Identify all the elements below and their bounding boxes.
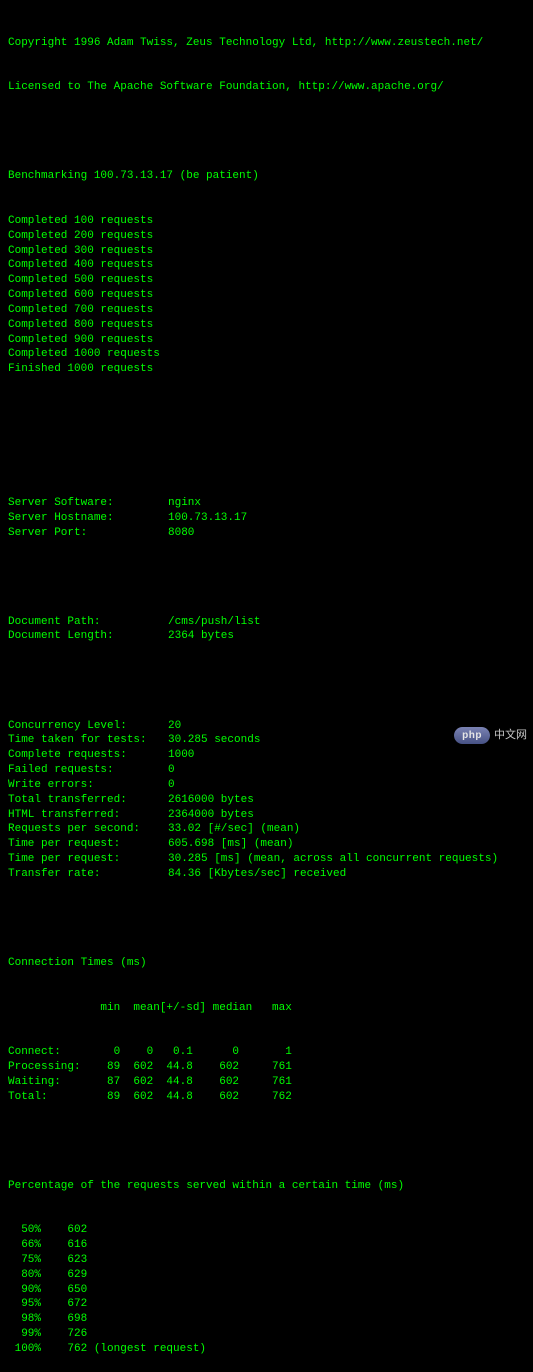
progress-line: Completed 800 requests (8, 318, 525, 333)
progress-line: Completed 300 requests (8, 244, 525, 259)
kv-value: 2364 bytes (168, 629, 234, 644)
progress-line: Completed 100 requests (8, 214, 525, 229)
results-block: Concurrency Level: 20Time taken for test… (8, 719, 525, 882)
kv-value: /cms/push/list (168, 615, 260, 630)
kv-value: 0 (168, 778, 175, 793)
kv-value: 30.285 [ms] (mean, across all concurrent… (168, 852, 498, 867)
kv-row: Server Hostname: 100.73.13.17 (8, 511, 525, 526)
kv-row: Time per request: 605.698 [ms] (mean) (8, 837, 525, 852)
kv-row: Time taken for tests: 30.285 seconds (8, 733, 525, 748)
blank-line (8, 911, 525, 926)
kv-label: Total transferred: (8, 793, 168, 808)
blank-line (8, 674, 525, 689)
kv-value: 8080 (168, 526, 194, 541)
terminal-output: Copyright 1996 Adam Twiss, Zeus Technolo… (8, 6, 525, 1372)
kv-row: Document Path: /cms/push/list (8, 615, 525, 630)
percentile-rows: 50% 602 66% 616 75% 623 80% 629 90% 650 … (8, 1223, 525, 1357)
kv-label: Requests per second: (8, 822, 168, 837)
percentiles-title: Percentage of the requests served within… (8, 1179, 525, 1194)
server-block: Server Software: nginxServer Hostname: 1… (8, 496, 525, 541)
blank-line (8, 125, 525, 140)
percentile-row: 66% 616 (8, 1238, 525, 1253)
kv-value: 605.698 [ms] (mean) (168, 837, 293, 852)
percentile-row: 75% 623 (8, 1253, 525, 1268)
copyright-line: Copyright 1996 Adam Twiss, Zeus Technolo… (8, 36, 525, 51)
kv-value: 33.02 [#/sec] (mean) (168, 822, 300, 837)
kv-row: Requests per second: 33.02 [#/sec] (mean… (8, 822, 525, 837)
license-line: Licensed to The Apache Software Foundati… (8, 80, 525, 95)
kv-label: Document Path: (8, 615, 168, 630)
progress-block: Completed 100 requestsCompleted 200 requ… (8, 214, 525, 377)
percentile-row: 98% 698 (8, 1312, 525, 1327)
percentile-row: 80% 629 (8, 1268, 525, 1283)
kv-label: Document Length: (8, 629, 168, 644)
document-block: Document Path: /cms/push/listDocument Le… (8, 615, 525, 645)
kv-value: 0 (168, 763, 175, 778)
progress-line: Completed 500 requests (8, 273, 525, 288)
kv-row: Write errors: 0 (8, 778, 525, 793)
kv-value: 30.285 seconds (168, 733, 260, 748)
progress-line: Completed 600 requests (8, 288, 525, 303)
percentile-row: 99% 726 (8, 1327, 525, 1342)
percentile-row: 90% 650 (8, 1283, 525, 1298)
progress-line: Completed 400 requests (8, 258, 525, 273)
kv-value: 2364000 bytes (168, 808, 254, 823)
conn-times-header: min mean[+/-sd] median max (8, 1001, 525, 1016)
kv-label: Transfer rate: (8, 867, 168, 882)
kv-label: Server Port: (8, 526, 168, 541)
kv-row: Total transferred: 2616000 bytes (8, 793, 525, 808)
kv-row: Server Software: nginx (8, 496, 525, 511)
kv-row: HTML transferred: 2364000 bytes (8, 808, 525, 823)
kv-value: 2616000 bytes (168, 793, 254, 808)
conn-time-row: Total: 89 602 44.8 602 762 (8, 1090, 525, 1105)
kv-row: Concurrency Level: 20 (8, 719, 525, 734)
conn-times-rows: Connect: 0 0 0.1 0 1Processing: 89 602 4… (8, 1045, 525, 1104)
percentile-row: 50% 602 (8, 1223, 525, 1238)
kv-value: nginx (168, 496, 201, 511)
kv-label: Complete requests: (8, 748, 168, 763)
kv-label: HTML transferred: (8, 808, 168, 823)
kv-label: Time per request: (8, 837, 168, 852)
kv-label: Failed requests: (8, 763, 168, 778)
percentile-row: 100% 762 (longest request) (8, 1342, 525, 1357)
blank-line (8, 1134, 525, 1149)
conn-time-row: Connect: 0 0 0.1 0 1 (8, 1045, 525, 1060)
conn-time-row: Waiting: 87 602 44.8 602 761 (8, 1075, 525, 1090)
kv-label: Write errors: (8, 778, 168, 793)
kv-value: 100.73.13.17 (168, 511, 247, 526)
percentile-row: 95% 672 (8, 1297, 525, 1312)
blank-line (8, 451, 525, 466)
kv-value: 84.36 [Kbytes/sec] received (168, 867, 346, 882)
kv-label: Time per request: (8, 852, 168, 867)
progress-line: Completed 1000 requests (8, 347, 525, 362)
kv-label: Server Software: (8, 496, 168, 511)
benchmark-line: Benchmarking 100.73.13.17 (be patient) (8, 169, 525, 184)
blank-line (8, 407, 525, 422)
kv-row: Transfer rate: 84.36 [Kbytes/sec] receiv… (8, 867, 525, 882)
kv-row: Server Port: 8080 (8, 526, 525, 541)
watermark: php 中文网 (454, 727, 527, 745)
kv-row: Complete requests: 1000 (8, 748, 525, 763)
kv-value: 1000 (168, 748, 194, 763)
watermark-text: 中文网 (494, 728, 527, 743)
conn-times-title: Connection Times (ms) (8, 956, 525, 971)
progress-line: Completed 900 requests (8, 333, 525, 348)
progress-line: Completed 700 requests (8, 303, 525, 318)
kv-row: Time per request: 30.285 [ms] (mean, acr… (8, 852, 525, 867)
kv-label: Server Hostname: (8, 511, 168, 526)
kv-row: Failed requests: 0 (8, 763, 525, 778)
conn-time-row: Processing: 89 602 44.8 602 761 (8, 1060, 525, 1075)
blank-line (8, 570, 525, 585)
progress-line: Completed 200 requests (8, 229, 525, 244)
kv-value: 20 (168, 719, 181, 734)
kv-label: Time taken for tests: (8, 733, 168, 748)
php-badge-icon: php (454, 727, 490, 745)
kv-label: Concurrency Level: (8, 719, 168, 734)
kv-row: Document Length: 2364 bytes (8, 629, 525, 644)
progress-line: Finished 1000 requests (8, 362, 525, 377)
